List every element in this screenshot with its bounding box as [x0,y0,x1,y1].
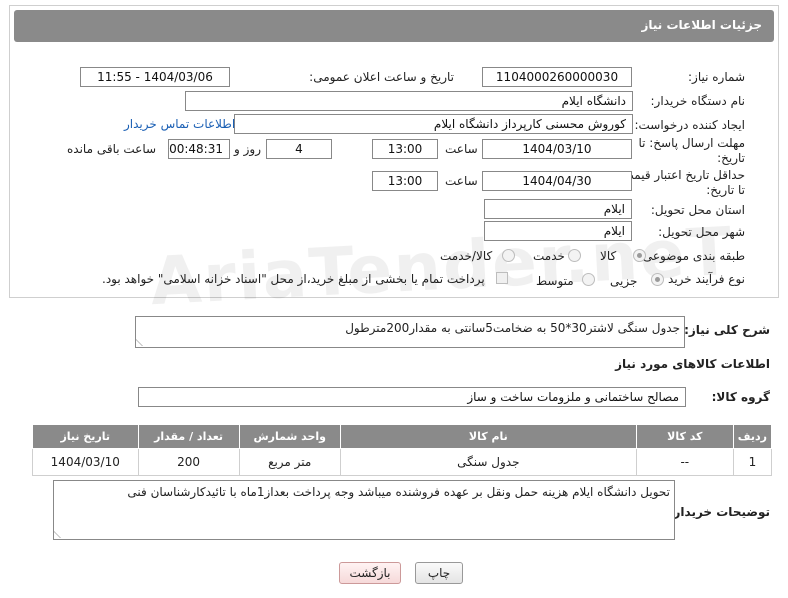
goods-info-title: اطلاعات کالاهای مورد نیاز [615,357,770,371]
category-option-goods-service: کالا/خدمت [440,249,493,263]
category-option-goods: کالا [600,249,617,263]
resize-handle-icon[interactable] [136,338,150,346]
purchase-option-minor: جزیی [610,274,638,288]
need-number-field[interactable]: 1104000260000030 [482,67,632,87]
description-label: شرح کلی نیاز: [684,323,770,337]
table-header-row: ردیف کد کالا نام کالا واحد شمارش تعداد /… [32,424,773,449]
buyer-contact-link[interactable]: اطلاعات تماس خریدار [124,117,235,131]
goods-table: ردیف کد کالا نام کالا واحد شمارش تعداد /… [32,424,773,476]
price-validity-label-2: تا تاریخ: [706,183,745,197]
buyer-org-label: نام دستگاه خریدار: [650,94,746,108]
description-textarea[interactable]: جدول سنگی لاشتر30*50 به ضخامت5سانتی به م… [135,316,685,348]
cell-unit: متر مربع [238,448,341,476]
header-bar: جزئیات اطلاعات نیاز [14,10,774,42]
days-label: روز و [234,142,261,156]
category-radio-goods[interactable] [633,249,646,262]
reply-deadline-label-2: تاریخ: [717,151,745,165]
reply-time-field[interactable]: 13:00 [372,139,438,159]
need-number-label: شماره نیاز: [688,70,745,84]
buyer-notes-text: تحویل دانشگاه ایلام هزینه حمل ونقل بر عه… [127,485,670,499]
remaining-label: ساعت باقی مانده [67,142,157,156]
category-label: طبقه بندی موضوعی: [638,249,745,263]
cell-qty: 200 [137,448,240,476]
requester-field[interactable]: کوروش محسنی کارپرداز دانشگاه ایلام [234,114,633,134]
remaining-time-field[interactable]: 00:48:31 [168,139,230,159]
announce-label: تاریخ و ساعت اعلان عمومی: [309,70,454,84]
category-radio-goods-service[interactable] [502,249,515,262]
validity-time-field[interactable]: 13:00 [372,171,438,191]
col-row-header: ردیف [732,424,773,449]
description-text: جدول سنگی لاشتر30*50 به ضخامت5سانتی به م… [345,321,680,335]
treasury-checkbox[interactable] [496,272,508,284]
cell-date: 1404/03/10 [32,448,139,476]
goods-group-field[interactable]: مصالح ساختمانی و ملزومات ساخت و ساز [138,387,686,407]
col-qty-header: تعداد / مقدار [137,424,240,449]
province-field[interactable]: ایلام [484,199,632,219]
purchase-radio-medium[interactable] [582,273,595,286]
price-validity-date-field[interactable]: 1404/04/30 [482,171,632,191]
buyer-notes-label: توضیحات خریدار: [668,505,770,519]
city-field[interactable]: ایلام [484,221,632,241]
validity-time-label: ساعت [445,174,478,188]
purchase-type-label: نوع فرآیند خرید : [660,272,745,286]
cell-name: جدول سنگی [339,448,637,476]
col-unit-header: واحد شمارش [238,424,341,449]
purchase-option-medium: متوسط [536,274,574,288]
goods-group-label: گروه کالا: [711,390,770,404]
remaining-days-field[interactable]: 4 [266,139,332,159]
table-row: 1 -- جدول سنگی متر مربع 200 1404/03/10 [32,448,773,476]
category-option-service: خدمت [533,249,565,263]
province-label: استان محل تحویل: [650,203,745,217]
requester-label: ایجاد کننده درخواست: [634,118,745,132]
reply-time-label: ساعت [445,142,478,156]
page-title: جزئیات اطلاعات نیاز [641,18,762,32]
cell-code: -- [635,448,734,476]
back-button[interactable]: بازگشت [339,562,401,584]
category-radio-service[interactable] [568,249,581,262]
cell-row: 1 [732,448,773,476]
buyer-org-field[interactable]: دانشگاه ایلام [185,91,633,111]
reply-deadline-date-field[interactable]: 1404/03/10 [482,139,632,159]
price-validity-label-1: حداقل تاریخ اعتبار قیمت: [618,168,745,182]
print-button[interactable]: چاپ [415,562,463,584]
col-name-header: نام کالا [339,424,637,449]
treasury-note: پرداخت تمام یا بخشی از مبلغ خرید،از محل … [102,272,485,286]
announce-datetime-field[interactable]: 1404/03/06 - 11:55 [80,67,230,87]
buyer-notes-textarea[interactable]: تحویل دانشگاه ایلام هزینه حمل ونقل بر عه… [53,480,675,540]
purchase-radio-minor[interactable] [651,273,664,286]
reply-deadline-label-1: مهلت ارسال پاسخ: تا [638,136,745,150]
city-label: شهر محل تحویل: [658,225,745,239]
resize-handle-icon[interactable] [54,530,68,538]
col-date-header: تاریخ نیاز [32,424,139,449]
col-code-header: کد کالا [635,424,734,449]
